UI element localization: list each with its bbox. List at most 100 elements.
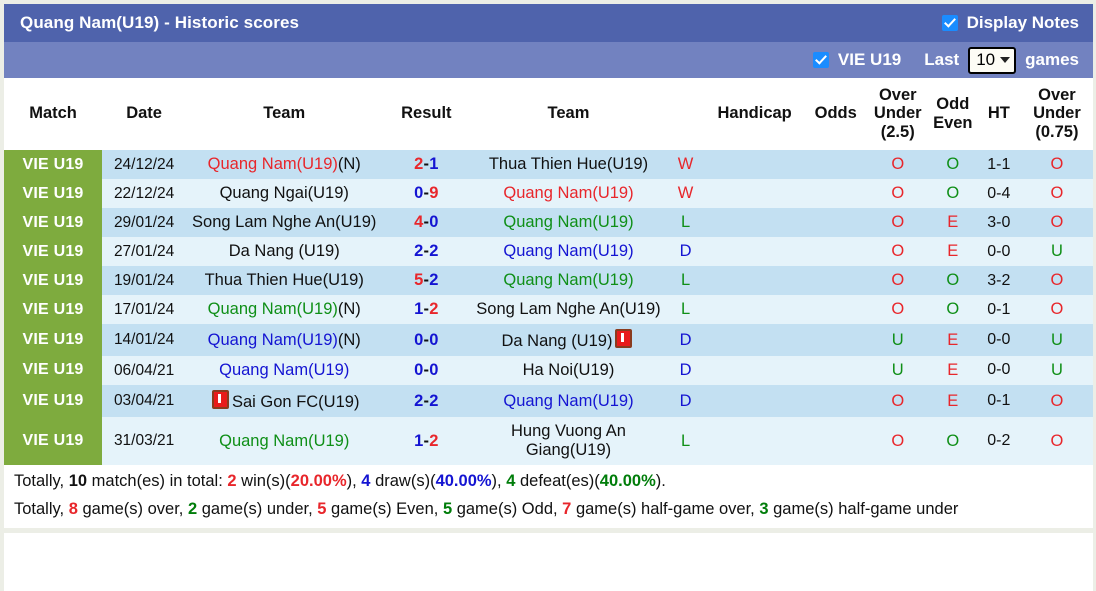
col-match[interactable]: Match — [4, 78, 102, 150]
col-date[interactable]: Date — [102, 78, 186, 150]
col-over-under-25[interactable]: Over Under (2.5) — [867, 78, 929, 150]
match-result: 1-2 — [382, 417, 470, 465]
league-badge[interactable]: VIE U19 — [4, 324, 102, 356]
league-filter-checkbox[interactable] — [813, 52, 829, 68]
outcome-badge: L — [667, 208, 705, 237]
league-badge[interactable]: VIE U19 — [4, 266, 102, 295]
home-team[interactable]: Quang Nam(U19) — [186, 417, 382, 465]
col-oddeven-line2: Even — [933, 114, 972, 132]
league-badge[interactable]: VIE U19 — [4, 356, 102, 385]
handicap-value — [705, 179, 805, 208]
table-row[interactable]: VIE U1906/04/21Quang Nam(U19)0-0Ha Noi(U… — [4, 356, 1093, 385]
home-team[interactable]: Quang Nam(U19)(N) — [186, 150, 382, 179]
last-games-label: Last — [924, 50, 959, 70]
halftime-score: 0-2 — [977, 417, 1021, 465]
table-row[interactable]: VIE U1922/12/24Quang Ngai(U19)0-9Quang N… — [4, 179, 1093, 208]
home-team[interactable]: Sai Gon FC(U19) — [186, 385, 382, 417]
away-team[interactable]: Quang Nam(U19) — [470, 385, 666, 417]
odd-even-value: O — [929, 266, 977, 295]
table-row[interactable]: VIE U1931/03/21Quang Nam(U19)1-2Hung Vuo… — [4, 417, 1093, 465]
odds-value — [805, 324, 867, 356]
league-badge[interactable]: VIE U19 — [4, 150, 102, 179]
summary-segment: ). — [656, 472, 666, 490]
league-badge[interactable]: VIE U19 — [4, 295, 102, 324]
summary-segment: win(s)( — [237, 472, 291, 490]
handicap-value — [705, 417, 805, 465]
away-team[interactable]: Song Lam Nghe An(U19) — [470, 295, 666, 324]
home-team[interactable]: Song Lam Nghe An(U19) — [186, 208, 382, 237]
away-team[interactable]: Ha Noi(U19) — [470, 356, 666, 385]
away-team[interactable]: Hung Vuong An Giang(U19) — [470, 417, 666, 465]
table-row[interactable]: VIE U1924/12/24Quang Nam(U19)(N)2-1Thua … — [4, 150, 1093, 179]
summary-segment: game(s) Even, — [326, 500, 442, 518]
home-team-name: Song Lam Nghe An(U19) — [192, 213, 376, 231]
col-handicap[interactable]: Handicap — [705, 78, 805, 150]
away-team[interactable]: Thua Thien Hue(U19) — [470, 150, 666, 179]
col-result[interactable]: Result — [382, 78, 470, 150]
match-date: 24/12/24 — [102, 150, 186, 179]
home-score: 1 — [414, 432, 423, 450]
away-team-name: Hung Vuong An Giang(U19) — [511, 422, 626, 459]
over-under-075-value: O — [1021, 150, 1093, 179]
col-away-team[interactable]: Team — [470, 78, 666, 150]
table-row[interactable]: VIE U1927/01/24Da Nang (U19)2-2Quang Nam… — [4, 237, 1093, 266]
outcome-badge: W — [667, 150, 705, 179]
odds-value — [805, 208, 867, 237]
away-team[interactable]: Quang Nam(U19) — [470, 208, 666, 237]
league-badge[interactable]: VIE U19 — [4, 237, 102, 266]
col-over-under-075[interactable]: Over Under (0.75) — [1021, 78, 1093, 150]
away-team[interactable]: Quang Nam(U19) — [470, 237, 666, 266]
home-team[interactable]: Da Nang (U19) — [186, 237, 382, 266]
match-result: 5-2 — [382, 266, 470, 295]
table-row[interactable]: VIE U1917/01/24Quang Nam(U19)(N)1-2Song … — [4, 295, 1093, 324]
league-badge[interactable]: VIE U19 — [4, 385, 102, 417]
table-row[interactable]: VIE U1929/01/24Song Lam Nghe An(U19)4-0Q… — [4, 208, 1093, 237]
away-team[interactable]: Quang Nam(U19) — [470, 179, 666, 208]
display-notes-checkbox[interactable] — [942, 15, 958, 31]
league-badge[interactable]: VIE U19 — [4, 179, 102, 208]
table-row[interactable]: VIE U1903/04/21Sai Gon FC(U19)2-2Quang N… — [4, 385, 1093, 417]
handicap-value — [705, 356, 805, 385]
over-under-25-value: O — [867, 237, 929, 266]
summary-segment: 7 — [562, 500, 571, 518]
over-under-075-value: O — [1021, 385, 1093, 417]
home-score: 0 — [414, 331, 423, 349]
away-team[interactable]: Da Nang (U19) — [470, 324, 666, 356]
col-ou25-line2: Under — [874, 104, 922, 122]
outcome-badge: D — [667, 237, 705, 266]
page-title: Quang Nam(U19) - Historic scores — [20, 13, 299, 33]
home-team[interactable]: Quang Nam(U19) — [186, 356, 382, 385]
odds-value — [805, 179, 867, 208]
summary-segment: game(s) over, — [78, 500, 188, 518]
league-badge[interactable]: VIE U19 — [4, 417, 102, 465]
away-score: 9 — [429, 184, 438, 202]
summary-segment: match(es) in total: — [87, 472, 227, 490]
home-team[interactable]: Thua Thien Hue(U19) — [186, 266, 382, 295]
display-notes-label: Display Notes — [967, 13, 1079, 33]
table-header-row: Match Date Team Result Team Handicap Odd… — [4, 78, 1093, 150]
over-under-25-value: O — [867, 266, 929, 295]
home-team-name: Quang Nam(U19) — [219, 432, 349, 450]
away-score: 2 — [429, 242, 438, 260]
col-odd-even[interactable]: Odd Even — [929, 78, 977, 150]
away-team[interactable]: Quang Nam(U19) — [470, 266, 666, 295]
summary-segment: draw(s)( — [370, 472, 435, 490]
display-notes-control[interactable]: Display Notes — [942, 13, 1079, 33]
league-badge[interactable]: VIE U19 — [4, 208, 102, 237]
home-team[interactable]: Quang Ngai(U19) — [186, 179, 382, 208]
footer-divider — [4, 528, 1093, 533]
away-team-name: Quang Nam(U19) — [503, 184, 633, 202]
table-row[interactable]: VIE U1914/01/24Quang Nam(U19)(N)0-0Da Na… — [4, 324, 1093, 356]
away-team-name: Quang Nam(U19) — [503, 392, 633, 410]
home-team[interactable]: Quang Nam(U19)(N) — [186, 295, 382, 324]
games-count-select[interactable]: 10 — [968, 47, 1016, 74]
home-team-name: Quang Nam(U19) — [208, 300, 338, 318]
home-team-name: Quang Nam(U19) — [219, 361, 349, 379]
home-team[interactable]: Quang Nam(U19)(N) — [186, 324, 382, 356]
col-ht[interactable]: HT — [977, 78, 1021, 150]
summary-segment: Totally, — [14, 500, 69, 518]
col-odds[interactable]: Odds — [805, 78, 867, 150]
table-row[interactable]: VIE U1919/01/24Thua Thien Hue(U19)5-2Qua… — [4, 266, 1093, 295]
col-home-team[interactable]: Team — [186, 78, 382, 150]
halftime-score: 0-1 — [977, 385, 1021, 417]
